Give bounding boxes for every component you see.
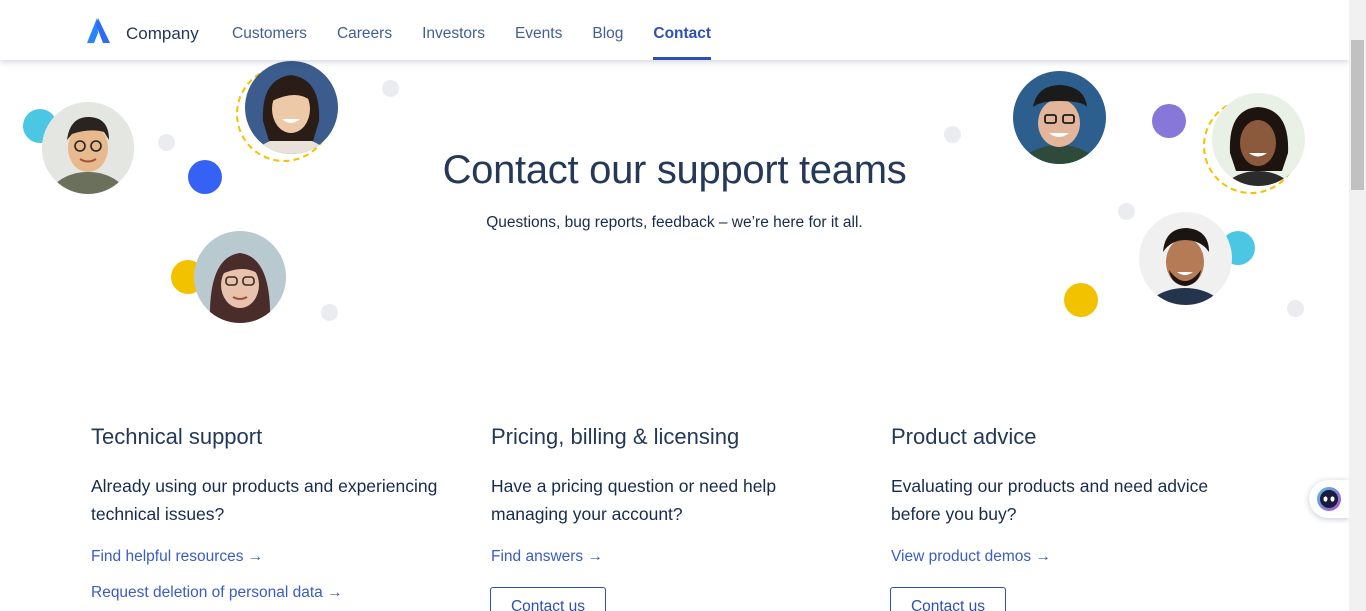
view-product-demos-link[interactable]: View product demos →: [891, 548, 1251, 566]
decor-yellow-dot: [1064, 283, 1098, 317]
nav-blog[interactable]: Blog: [592, 0, 623, 60]
decor-purple-dot: [1152, 104, 1186, 138]
decor-grey-dot: [944, 126, 961, 143]
pricing-billing-section: Pricing, billing & licensing Have a pric…: [491, 424, 851, 566]
avatar-person-3: [194, 231, 286, 323]
page-scrollbar[interactable]: [1349, 0, 1366, 611]
pricing-contact-button[interactable]: Contact us: [490, 587, 606, 611]
nav-investors[interactable]: Investors: [422, 0, 485, 60]
brand-name[interactable]: Company: [126, 24, 199, 44]
find-helpful-resources-link[interactable]: Find helpful resources →: [91, 548, 451, 566]
nav-careers[interactable]: Careers: [337, 0, 392, 60]
company-logo-icon[interactable]: [84, 17, 112, 45]
scrollbar-thumb[interactable]: [1351, 40, 1364, 190]
decor-grey-dot: [382, 80, 399, 97]
technical-support-section: Technical support Already using our prod…: [91, 424, 451, 602]
page-subtitle: Questions, bug reports, feedback – we’re…: [486, 214, 863, 231]
request-deletion-link[interactable]: Request deletion of personal data →: [91, 584, 451, 602]
technical-support-description: Already using our products and experienc…: [91, 476, 438, 524]
product-advice-contact-button[interactable]: Contact us: [890, 587, 1006, 611]
product-advice-section: Product advice Evaluating our products a…: [891, 424, 1251, 566]
main-nav: Customers Careers Investors Events Blog …: [232, 0, 741, 60]
page-title: Contact our support teams: [442, 148, 907, 192]
nav-events[interactable]: Events: [515, 0, 562, 60]
find-answers-link[interactable]: Find answers →: [491, 548, 851, 566]
avatar-person-2: [245, 61, 338, 154]
page-viewport: Company Customers Careers Investors Even…: [0, 0, 1349, 611]
pricing-billing-description: Have a pricing question or need help man…: [491, 476, 777, 524]
top-navigation: Company Customers Careers Investors Even…: [0, 0, 1349, 60]
nav-contact[interactable]: Contact: [653, 0, 711, 60]
decor-grey-dot: [321, 304, 338, 321]
nav-customers[interactable]: Customers: [232, 0, 307, 60]
product-advice-heading: Product advice: [891, 424, 1037, 449]
pricing-billing-heading: Pricing, billing & licensing: [491, 424, 740, 449]
chat-assistant-button[interactable]: [1309, 480, 1349, 518]
decor-grey-dot: [1287, 300, 1304, 317]
chat-assistant-icon: [1317, 487, 1341, 511]
product-advice-description: Evaluating our products and need advice …: [891, 476, 1209, 524]
technical-support-heading: Technical support: [91, 424, 263, 449]
